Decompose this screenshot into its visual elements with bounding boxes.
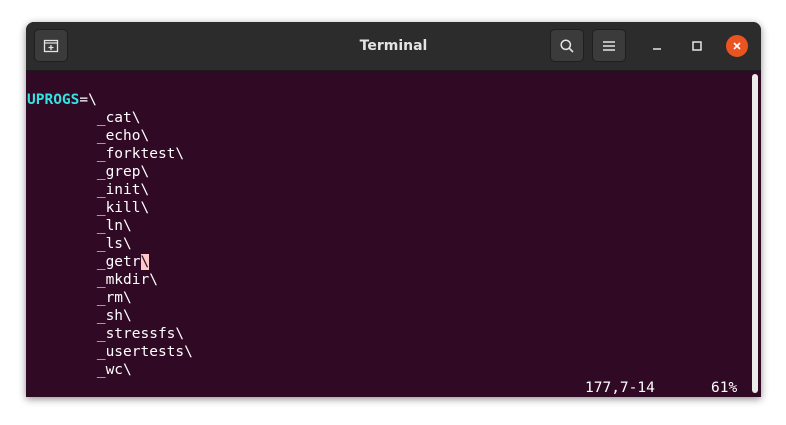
list-item: _echo\ — [96, 128, 150, 144]
cursor-position-status: 177,7-14 — [585, 380, 655, 396]
list-item: _sh\ — [96, 308, 132, 324]
list-item: _getr\ — [96, 254, 150, 270]
menu-button[interactable] — [592, 29, 626, 62]
hamburger-menu-icon — [603, 40, 615, 51]
list-item: _ln\ — [96, 218, 132, 234]
list-item: _init\ — [96, 182, 150, 198]
list-item: _forktest\ — [96, 146, 185, 162]
list-item: _rm\ — [96, 290, 132, 306]
search-button[interactable] — [550, 29, 584, 62]
scroll-percent-status: 61% — [711, 380, 738, 396]
list-item: _stressfs\ — [96, 326, 185, 342]
terminal-window: Terminal UPROGS=\ _cat\ _echo\ _forktest… — [26, 22, 761, 397]
search-icon — [560, 38, 574, 53]
list-item: _kill\ — [96, 200, 150, 216]
uprogs-line: UPROGS=\ — [27, 91, 97, 109]
list-item: _mkdir\ — [96, 272, 158, 288]
minimize-button[interactable] — [646, 35, 668, 57]
new-tab-icon — [43, 39, 59, 52]
makefile-variable: UPROGS — [27, 92, 80, 108]
maximize-button[interactable] — [686, 35, 708, 57]
list-item: _ls\ — [96, 236, 132, 252]
minimize-icon — [653, 48, 661, 50]
title-bar[interactable]: Terminal — [26, 22, 761, 71]
list-item: _wc\ — [96, 362, 132, 378]
close-icon — [733, 42, 741, 50]
assign-operator: =\ — [79, 92, 97, 108]
list-item: _cat\ — [96, 110, 141, 126]
scrollbar-thumb[interactable] — [752, 74, 758, 393]
text-cursor: \ — [140, 254, 150, 270]
maximize-icon — [692, 41, 702, 51]
new-tab-button[interactable] — [34, 29, 68, 62]
list-item: _grep\ — [96, 164, 150, 180]
close-button[interactable] — [726, 35, 748, 57]
terminal-content[interactable]: UPROGS=\ _cat\ _echo\ _forktest\ _grep\ … — [26, 71, 761, 397]
list-item: _usertests\ — [96, 344, 193, 360]
